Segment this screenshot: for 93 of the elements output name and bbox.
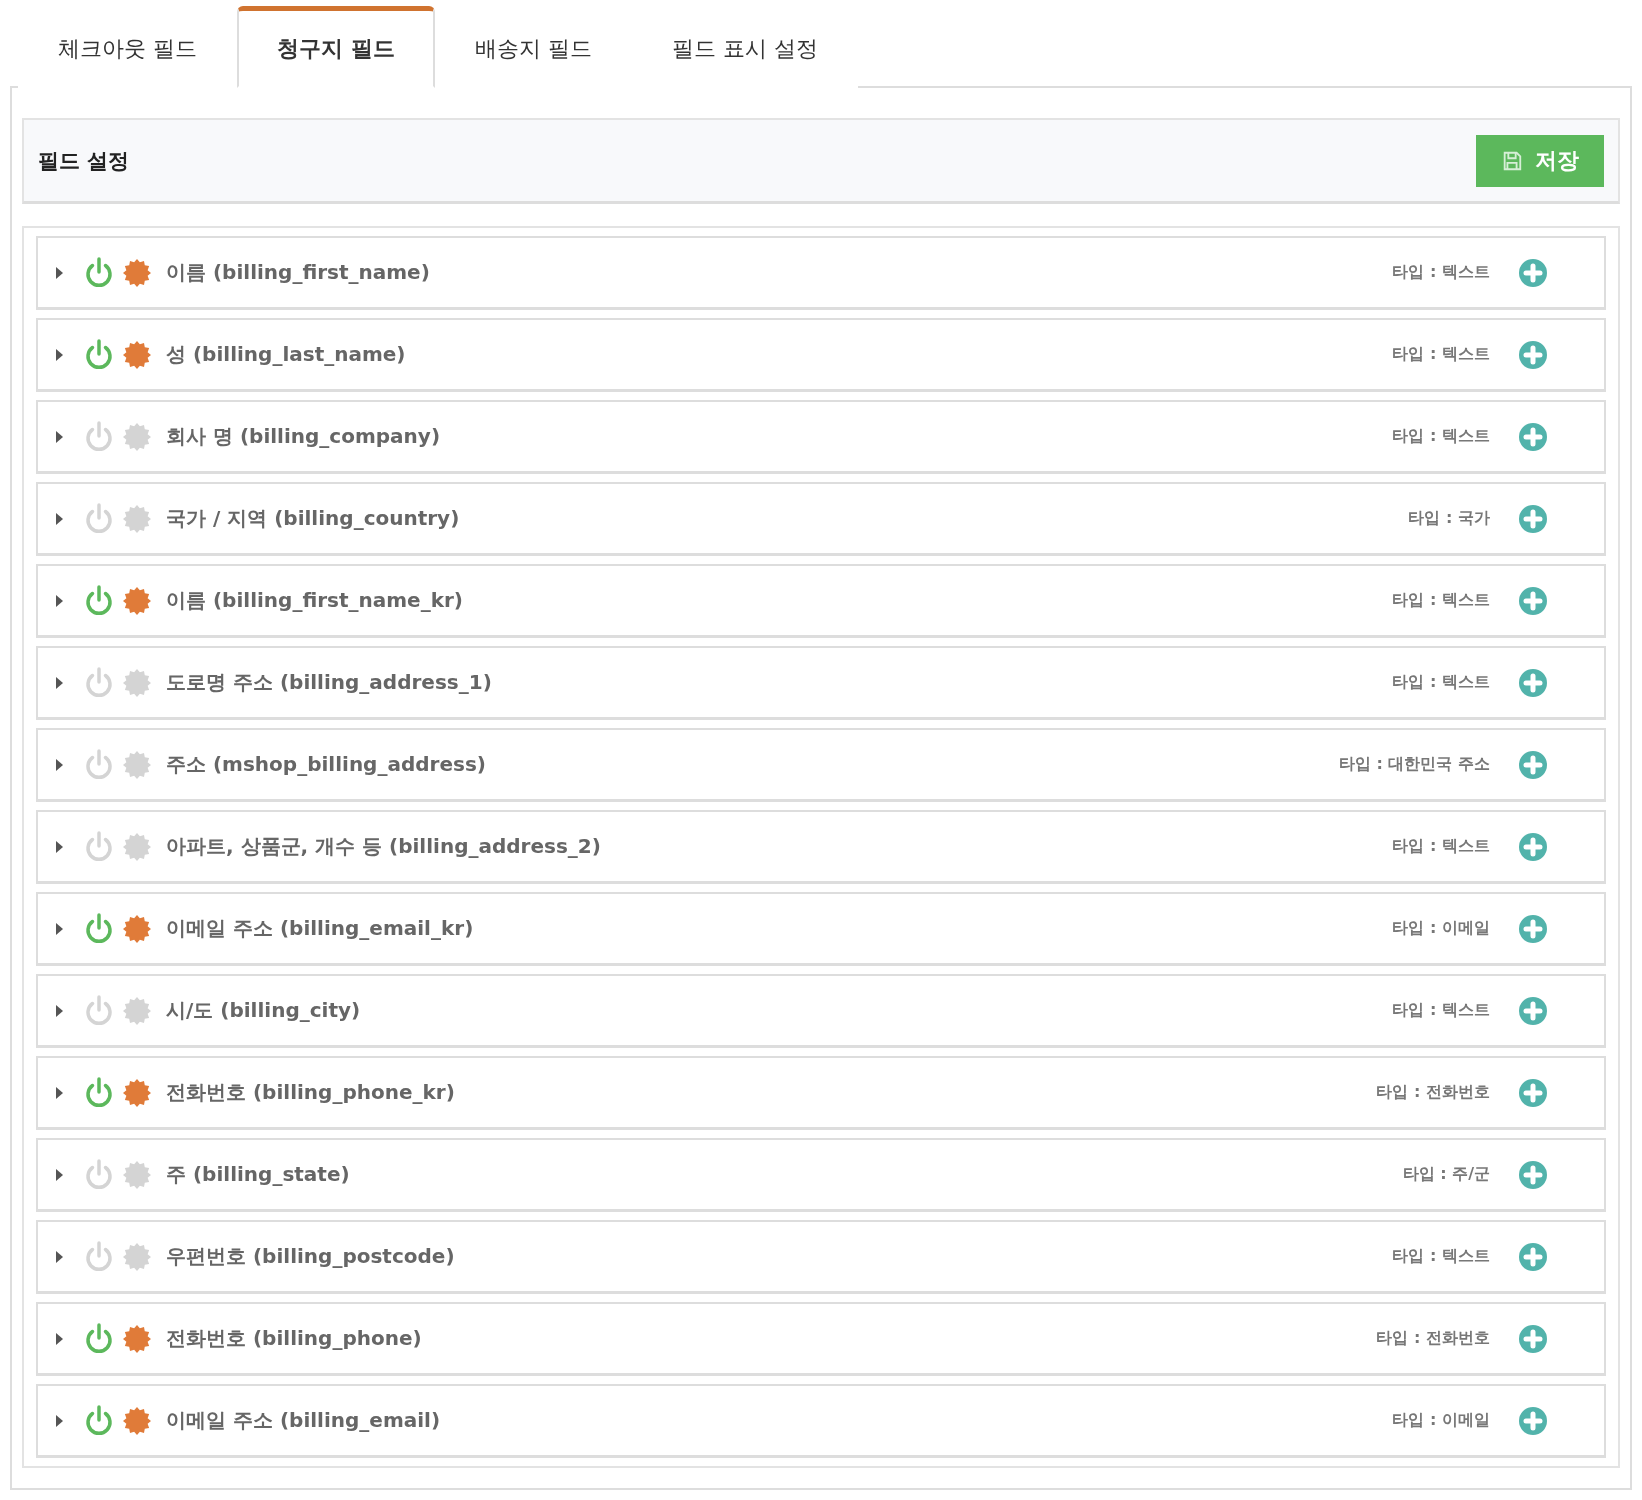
field-label: 이름 (billing_first_name_kr) [166, 587, 464, 614]
badge-icon[interactable] [122, 1077, 152, 1108]
field-label: 전화번호 (billing_phone_kr) [166, 1079, 456, 1106]
expand-caret-icon[interactable] [54, 757, 64, 772]
badge-icon[interactable] [122, 831, 152, 862]
field-type: 타입 : 주/군 [1402, 1164, 1490, 1185]
field-label: 시/도 (billing_city) [166, 997, 362, 1024]
add-icon[interactable] [1518, 1323, 1548, 1354]
field-type: 타입 : 텍스트 [1392, 672, 1490, 693]
badge-icon[interactable] [122, 421, 152, 452]
expand-caret-icon[interactable] [54, 1003, 64, 1018]
add-icon[interactable] [1518, 257, 1548, 288]
add-icon[interactable] [1518, 831, 1548, 862]
field-type: 타입 : 전화번호 [1376, 1328, 1490, 1349]
expand-caret-icon[interactable] [54, 1249, 64, 1264]
add-icon[interactable] [1518, 503, 1548, 534]
expand-caret-icon[interactable] [54, 593, 64, 608]
power-icon[interactable] [84, 1158, 114, 1191]
badge-icon[interactable] [122, 1241, 152, 1272]
field-label: 아파트, 상품군, 개수 등 (billing_address_2) [166, 833, 602, 860]
power-icon[interactable] [84, 912, 114, 945]
expand-caret-icon[interactable] [54, 1331, 64, 1346]
badge-icon[interactable] [122, 749, 152, 780]
add-icon[interactable] [1518, 995, 1548, 1026]
badge-icon[interactable] [122, 339, 152, 370]
add-icon[interactable] [1518, 1241, 1548, 1272]
badge-icon[interactable] [122, 667, 152, 698]
badge-icon[interactable] [122, 503, 152, 534]
field-type: 타입 : 이메일 [1392, 1410, 1490, 1431]
power-icon[interactable] [84, 1322, 114, 1355]
power-icon[interactable] [84, 338, 114, 371]
power-icon[interactable] [84, 666, 114, 699]
field-type: 타입 : 텍스트 [1392, 836, 1490, 857]
badge-icon[interactable] [122, 1323, 152, 1354]
field-label: 주 (billing_state) [166, 1161, 351, 1188]
field-type: 타입 : 텍스트 [1392, 1000, 1490, 1021]
field-type: 타입 : 텍스트 [1392, 344, 1490, 365]
field-label: 회사 명 (billing_company) [166, 423, 442, 450]
power-icon[interactable] [84, 1076, 114, 1109]
power-icon[interactable] [84, 502, 114, 535]
power-icon[interactable] [84, 748, 114, 781]
field-type: 타입 : 대한민국 주소 [1338, 754, 1490, 775]
tab[interactable]: 청구지 필드 [237, 6, 435, 88]
badge-icon[interactable] [122, 257, 152, 288]
power-icon[interactable] [84, 584, 114, 617]
field-type: 타입 : 텍스트 [1392, 1246, 1490, 1267]
field-label: 전화번호 (billing_phone) [166, 1325, 423, 1352]
badge-icon[interactable] [122, 913, 152, 944]
add-icon[interactable] [1518, 421, 1548, 452]
add-icon[interactable] [1518, 749, 1548, 780]
field-label: 이메일 주소 (billing_email_kr) [166, 915, 475, 942]
add-icon[interactable] [1518, 913, 1548, 944]
field-type: 타입 : 이메일 [1392, 918, 1490, 939]
field-type: 타입 : 텍스트 [1392, 262, 1490, 283]
expand-caret-icon[interactable] [54, 429, 64, 444]
expand-caret-icon[interactable] [54, 675, 64, 690]
power-icon[interactable] [84, 256, 114, 289]
field-label: 이메일 주소 (billing_email) [166, 1407, 442, 1434]
field-label: 우편번호 (billing_postcode) [166, 1243, 456, 1270]
add-icon[interactable] [1518, 667, 1548, 698]
field-label: 주소 (mshop_billing_address) [166, 751, 487, 778]
field-type: 타입 : 국가 [1408, 508, 1490, 529]
badge-icon[interactable] [122, 585, 152, 616]
power-icon[interactable] [84, 1404, 114, 1437]
add-icon[interactable] [1518, 1159, 1548, 1190]
expand-caret-icon[interactable] [54, 265, 64, 280]
field-label: 성 (billing_last_name) [166, 341, 407, 368]
badge-icon[interactable] [122, 995, 152, 1026]
field-label: 이름 (billing_first_name) [166, 259, 431, 286]
panel-title: 필드 설정 [38, 147, 130, 175]
field-label: 국가 / 지역 (billing_country) [166, 505, 461, 532]
add-icon[interactable] [1518, 1077, 1548, 1108]
badge-icon[interactable] [122, 1405, 152, 1436]
add-icon[interactable] [1518, 339, 1548, 370]
power-icon[interactable] [84, 420, 114, 453]
expand-caret-icon[interactable] [54, 511, 64, 526]
add-icon[interactable] [1518, 1405, 1548, 1436]
field-label: 도로명 주소 (billing_address_1) [166, 669, 493, 696]
save-icon [1501, 149, 1523, 172]
power-icon[interactable] [84, 1240, 114, 1273]
field-type: 타입 : 텍스트 [1392, 426, 1490, 447]
field-type: 타입 : 텍스트 [1392, 590, 1490, 611]
expand-caret-icon[interactable] [54, 921, 64, 936]
expand-caret-icon[interactable] [54, 1413, 64, 1428]
field-type: 타입 : 전화번호 [1376, 1082, 1490, 1103]
expand-caret-icon[interactable] [54, 1085, 64, 1100]
badge-icon[interactable] [122, 1159, 152, 1190]
power-icon[interactable] [84, 830, 114, 863]
add-icon[interactable] [1518, 585, 1548, 616]
expand-caret-icon[interactable] [54, 347, 64, 362]
expand-caret-icon[interactable] [54, 1167, 64, 1182]
power-icon[interactable] [84, 994, 114, 1027]
expand-caret-icon[interactable] [54, 839, 64, 854]
